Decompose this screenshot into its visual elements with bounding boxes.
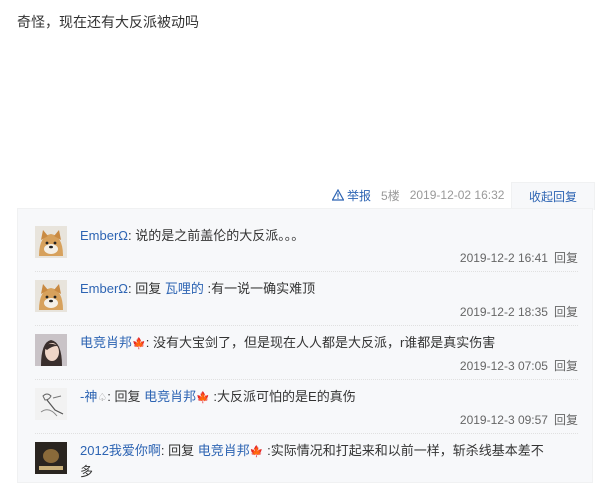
divider [35, 271, 578, 272]
comment-text: -神♤: 回复 电竞肖邦🍁 :大反派可怕的是E的真伤 [80, 387, 578, 408]
comment-body: :大反派可怕的是E的真伤 [209, 389, 356, 404]
comment-footer: 2019-12-3 09:57 回复 [460, 411, 578, 428]
user-badge: ♤ [97, 392, 108, 404]
divider [35, 433, 578, 434]
comment-username[interactable]: 2012我爱你啊 [80, 443, 161, 458]
comment-text: 2012我爱你啊: 回复 电竞肖邦🍁 :实际情况和打起来和以前一样，斩杀线基本差… [80, 441, 578, 482]
avatar[interactable] [35, 334, 67, 366]
post-time: 2019-12-02 16:32 [409, 188, 505, 202]
reply-prefix: 回复 [110, 389, 145, 404]
comment-username[interactable]: -神 [80, 389, 97, 404]
report-label: 举报 [347, 188, 372, 203]
comment-footer: 2019-12-2 16:41 回复 [460, 249, 578, 266]
comment-body: 说的是之前盖伦的大反派。。。 [131, 228, 305, 243]
reply-target-user[interactable]: 电竞肖邦 [198, 443, 250, 458]
maple-leaf-icon: 🍁 [196, 392, 210, 404]
avatar[interactable] [35, 226, 67, 258]
comment-text: EmberΩ: 说的是之前盖伦的大反派。。。 [80, 226, 578, 246]
avatar[interactable] [35, 442, 67, 474]
warning-icon [332, 189, 344, 201]
comment-footer: 2019-12-2 18:35 回复 [460, 303, 578, 320]
comment-body: 没有大宝剑了，但是现在人人都是大反派，r谁都是真实伤害 [149, 335, 496, 350]
comment-text: 电竞肖邦🍁: 没有大宝剑了，但是现在人人都是大反派，r谁都是真实伤害 [80, 333, 578, 354]
user-badge: Ω [118, 228, 129, 243]
reply-button[interactable]: 回复 [554, 359, 578, 373]
comment-footer: 2019-12-3 07:05 回复 [460, 357, 578, 374]
post-meta-bar: 举报 5楼 2019-12-02 16:32 [332, 183, 504, 207]
user-badge: Ω [118, 281, 129, 296]
reply-prefix: 回复 [164, 443, 198, 458]
comment-time: 2019-12-3 07:05 [459, 359, 548, 373]
divider [35, 379, 578, 380]
post-content: 奇怪，现在还有大反派被动吗 [17, 14, 199, 30]
floor-number: 5楼 [381, 188, 400, 203]
avatar[interactable] [35, 388, 67, 420]
comment-username[interactable]: Ember [80, 281, 118, 296]
reply-button[interactable]: 回复 [554, 251, 578, 265]
comment-time: 2019-12-2 16:41 [459, 251, 548, 265]
comment-time: 2019-12-3 09:57 [459, 413, 548, 427]
comment-list: EmberΩ: 说的是之前盖伦的大反派。。。 2019-12-2 16:41 回复… [17, 208, 593, 483]
comment-username[interactable]: 电竞肖邦 [80, 335, 132, 350]
divider [35, 325, 578, 326]
maple-leaf-icon: 🍁 [249, 446, 264, 458]
reply-target-user[interactable]: 电竞肖邦 [144, 389, 196, 404]
comment-text: EmberΩ: 回复 瓦哩的 :有一说一确实难顶 [80, 279, 578, 299]
maple-leaf-icon: 🍁 [132, 338, 146, 350]
comment-time: 2019-12-2 18:35 [459, 305, 548, 319]
comment-username[interactable]: Ember [80, 228, 118, 243]
comment-body-continued: 多 [80, 464, 94, 479]
comment-body: :有一说一确实难顶 [203, 281, 316, 296]
reply-prefix: 回复 [131, 281, 165, 296]
reply-button[interactable]: 回复 [554, 413, 578, 427]
avatar[interactable] [35, 280, 67, 312]
reply-button[interactable]: 回复 [554, 305, 578, 319]
collapse-replies-button[interactable]: 收起回复 [511, 182, 595, 210]
comment-body: :实际情况和打起来和以前一样，斩杀线基本差不 [263, 443, 544, 458]
reply-target-user[interactable]: 瓦哩的 [165, 281, 204, 296]
report-link[interactable]: 举报 [332, 187, 371, 204]
